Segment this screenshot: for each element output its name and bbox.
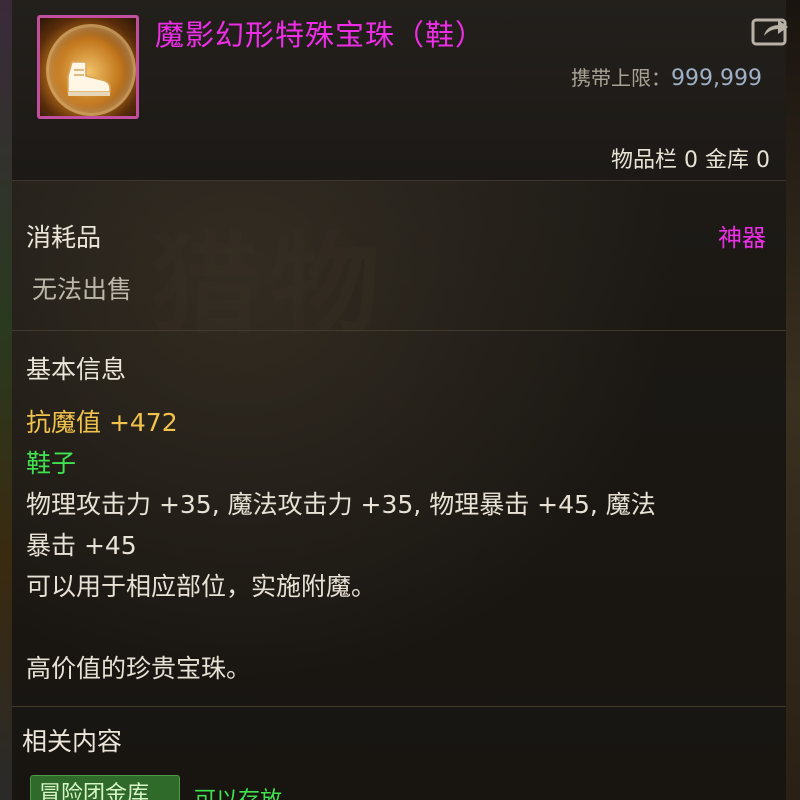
guild-vault-badge: 冒险团金库 bbox=[30, 775, 180, 800]
basic-info-lines: 抗魔值 +472 鞋子 物理攻击力 +35, 魔法攻击力 +35, 物理暴击 +… bbox=[26, 402, 756, 689]
usage-text: 可以用于相应部位，实施附魔。 bbox=[26, 572, 377, 601]
stats-line-2: 暴击 +45 bbox=[26, 531, 137, 560]
carry-limit: 携带上限：999,999 bbox=[571, 62, 762, 91]
shoe-orb-icon bbox=[37, 15, 139, 119]
item-type-section: 消耗品 神器 无法出售 bbox=[12, 180, 786, 331]
shoe-icon bbox=[67, 61, 111, 96]
share-icon[interactable] bbox=[750, 14, 792, 48]
related-title: 相关内容 bbox=[22, 727, 123, 756]
item-rarity: 神器 bbox=[718, 224, 766, 252]
item-title: 魔影幻形特殊宝珠（鞋） bbox=[155, 18, 486, 52]
right-edge bbox=[786, 0, 800, 800]
stats-line-1: 物理攻击力 +35, 魔法攻击力 +35, 物理暴击 +45, 魔法 bbox=[26, 490, 656, 519]
equip-slot: 鞋子 bbox=[26, 449, 77, 478]
item-tooltip: 魔影幻形特殊宝珠（鞋） 携带上限：999,999 物品栏 0 金库 0 猎物 消… bbox=[0, 0, 800, 800]
storable-status: 可以存放 bbox=[194, 782, 282, 800]
item-type: 消耗品 bbox=[26, 223, 102, 252]
tooltip-header: 魔影幻形特殊宝珠（鞋） 携带上限：999,999 物品栏 0 金库 0 bbox=[12, 0, 788, 181]
magic-resist: 抗魔值 +472 bbox=[26, 408, 178, 437]
sell-status: 无法出售 bbox=[32, 275, 133, 304]
basic-info-title: 基本信息 bbox=[26, 355, 127, 384]
carry-limit-label: 携带上限： bbox=[571, 66, 672, 90]
inventory-count: 物品栏 0 金库 0 bbox=[611, 148, 770, 173]
carry-limit-value: 999,999 bbox=[671, 66, 762, 91]
flavor-text: 高价值的珍贵宝珠。 bbox=[26, 654, 252, 683]
section-divider bbox=[12, 706, 786, 707]
left-edge bbox=[0, 0, 12, 800]
